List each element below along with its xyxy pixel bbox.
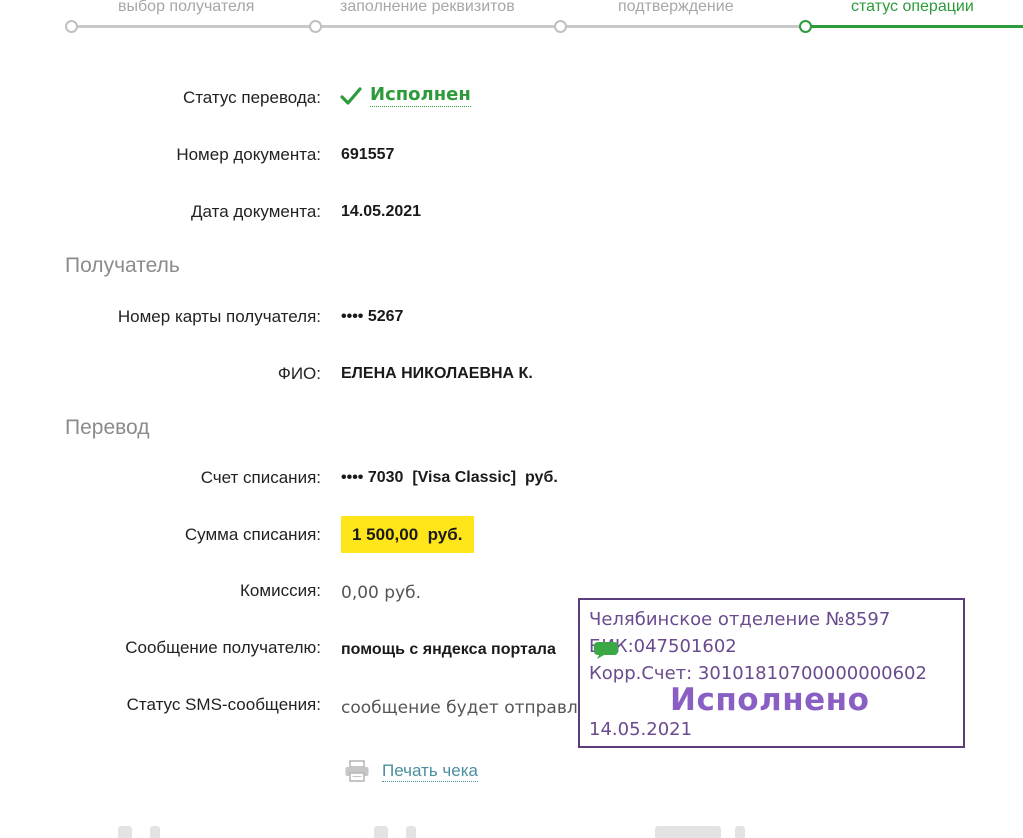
debit-amount-label: Сумма списания: bbox=[184, 525, 321, 544]
step-label-confirmation: подтверждение bbox=[618, 0, 734, 15]
print-receipt-action[interactable]: Печать чека bbox=[344, 760, 478, 782]
row-debit-amount: Сумма списания: bbox=[0, 525, 1023, 555]
document-number-value: 691557 bbox=[341, 146, 395, 163]
step-label-fill-details: заполнение реквизитов bbox=[340, 0, 515, 15]
stamp-corr-account: Корр.Счет: 30101810700000000602 bbox=[589, 663, 927, 684]
section-title-transfer: Перевод bbox=[65, 416, 150, 439]
step-dot-4 bbox=[799, 20, 812, 33]
bottom-action-icon-3[interactable] bbox=[374, 826, 388, 838]
bottom-action-icon-2[interactable] bbox=[150, 826, 160, 838]
transfer-status-value[interactable]: Исполнен bbox=[370, 84, 471, 107]
document-date-value: 14.05.2021 bbox=[341, 203, 422, 220]
step-dot-2 bbox=[309, 20, 322, 33]
sms-status-label: Статус SMS-сообщения: bbox=[126, 695, 321, 714]
stamp-date: 14.05.2021 bbox=[589, 719, 693, 740]
row-debit-account: Счет списания: •••• 7030 [Visa Classic] … bbox=[0, 468, 1023, 498]
bottom-action-icon-1[interactable] bbox=[118, 826, 132, 838]
recipient-message-label: Сообщение получателю: bbox=[125, 638, 321, 657]
speech-bubble-icon bbox=[594, 642, 618, 659]
transfer-status: Исполнен bbox=[340, 84, 471, 107]
row-document-date: Дата документа: 14.05.2021 bbox=[0, 202, 1023, 232]
section-title-recipient: Получатель bbox=[65, 254, 180, 277]
recipient-name-value: ЕЛЕНА НИКОЛАЕВНА К. bbox=[341, 365, 533, 382]
recipient-card-label: Номер карты получателя: bbox=[117, 307, 321, 326]
debit-account-label: Счет списания: bbox=[200, 468, 321, 487]
transfer-status-label: Статус перевода: bbox=[182, 88, 321, 107]
stamp-status: Исполнено bbox=[670, 682, 870, 718]
stepper-track bbox=[72, 25, 806, 28]
step-label-operation-status: статус операции bbox=[851, 0, 974, 15]
row-document-number: Номер документа: 691557 bbox=[0, 145, 1023, 175]
document-number-label: Номер документа: bbox=[176, 145, 321, 164]
debit-amount-value: 1 500,00 руб. bbox=[341, 516, 475, 553]
step-label-select-recipient: выбор получателя bbox=[118, 0, 255, 15]
fee-value: 0,00 руб. bbox=[341, 583, 421, 603]
progress-stepper: выбор получателя заполнение реквизитов п… bbox=[0, 0, 1023, 40]
recipient-message-value: помощь с яндекса портала bbox=[341, 641, 556, 658]
sms-status-value: сообщение будет отправлено bbox=[341, 698, 610, 718]
step-dot-1 bbox=[65, 20, 78, 33]
bottom-action-icon-4[interactable] bbox=[406, 826, 416, 838]
stepper-track-active bbox=[806, 25, 1023, 28]
printer-icon[interactable] bbox=[344, 760, 370, 782]
row-recipient-name: ФИО: ЕЛЕНА НИКОЛАЕВНА К. bbox=[0, 364, 1023, 394]
print-receipt-link[interactable]: Печать чека bbox=[382, 761, 478, 782]
stamp-branch: Челябинское отделение №8597 bbox=[589, 609, 891, 630]
checkmark-icon bbox=[340, 86, 362, 105]
bottom-actions-partial bbox=[0, 826, 1023, 838]
document-date-label: Дата документа: bbox=[191, 202, 321, 221]
recipient-name-label: ФИО: bbox=[277, 364, 321, 383]
step-dot-3 bbox=[554, 20, 567, 33]
bank-stamp: Челябинское отделение №8597 БИК:04750160… bbox=[578, 598, 965, 748]
row-transfer-status: Статус перевода: bbox=[0, 88, 1023, 118]
fee-label: Комиссия: bbox=[240, 581, 321, 600]
recipient-card-value: •••• 5267 bbox=[341, 308, 404, 325]
debit-account-value: •••• 7030 [Visa Classic] руб. bbox=[341, 469, 558, 486]
row-recipient-card: Номер карты получателя: •••• 5267 bbox=[0, 307, 1023, 337]
bottom-action-icon-5[interactable] bbox=[735, 826, 745, 838]
bottom-action-button[interactable] bbox=[655, 826, 721, 838]
